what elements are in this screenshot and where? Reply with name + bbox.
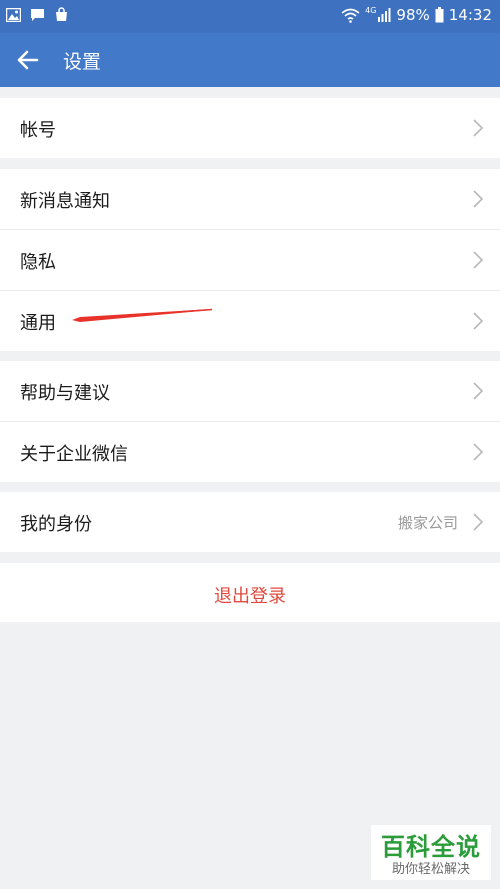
watermark-logo: 百科全说 助你轻松解决 [371,825,491,880]
arrow-left-icon [17,50,39,70]
battery-icon [435,7,444,23]
chevron-right-icon [473,251,484,269]
chevron-right-icon [473,382,484,400]
message-icon [31,8,44,21]
settings-item-general[interactable]: 通用 [0,291,500,351]
settings-item-label: 通用 [20,313,56,334]
settings-item-about[interactable]: 关于企业微信 [0,422,500,482]
page-title: 设置 [63,51,102,73]
settings-item-label: 我的身份 [20,514,92,535]
clock-time: 14:32 [448,6,492,24]
settings-group-identity: 我的身份 搬家公司 [0,492,500,552]
logout-button[interactable]: 退出登录 [0,563,500,622]
chevron-right-icon [473,443,484,461]
settings-item-my-identity[interactable]: 我的身份 搬家公司 [0,492,500,552]
settings-item-account[interactable]: 帐号 [0,98,500,158]
status-bar-notifications [6,7,69,22]
shopping-bag-icon [56,7,67,21]
settings-item-privacy[interactable]: 隐私 [0,230,500,291]
battery-percent: 98% [396,6,430,24]
signal-icon [378,8,391,22]
gallery-icon [6,7,21,22]
chevron-right-icon [473,119,484,137]
watermark-subtitle: 助你轻松解决 [391,862,470,877]
settings-item-label: 隐私 [20,252,56,273]
settings-item-help-feedback[interactable]: 帮助与建议 [0,361,500,422]
settings-group-help: 帮助与建议 关于企业微信 [0,361,500,482]
settings-item-label: 新消息通知 [20,191,110,212]
chevron-right-icon [473,513,484,531]
wifi-icon [341,8,360,23]
settings-group-general: 新消息通知 隐私 通用 [0,169,500,351]
settings-item-label: 帮助与建议 [20,383,110,404]
app-bar: 设置 [0,33,500,87]
back-button[interactable] [10,42,46,78]
chevron-right-icon [473,190,484,208]
chevron-right-icon [473,312,484,330]
settings-item-label: 帐号 [20,120,56,141]
settings-item-new-message-notification[interactable]: 新消息通知 [0,169,500,230]
status-bar-system: 4G 98% 14:32 [341,6,492,24]
logout-label: 退出登录 [214,586,286,607]
settings-group-account: 帐号 [0,98,500,158]
settings-item-value: 搬家公司 [397,514,458,532]
watermark-title: 百科全说 [381,833,481,861]
status-bar: 4G 98% 14:32 [0,0,500,33]
settings-item-label: 关于企业微信 [20,444,128,465]
network-type: 4G [365,5,377,15]
